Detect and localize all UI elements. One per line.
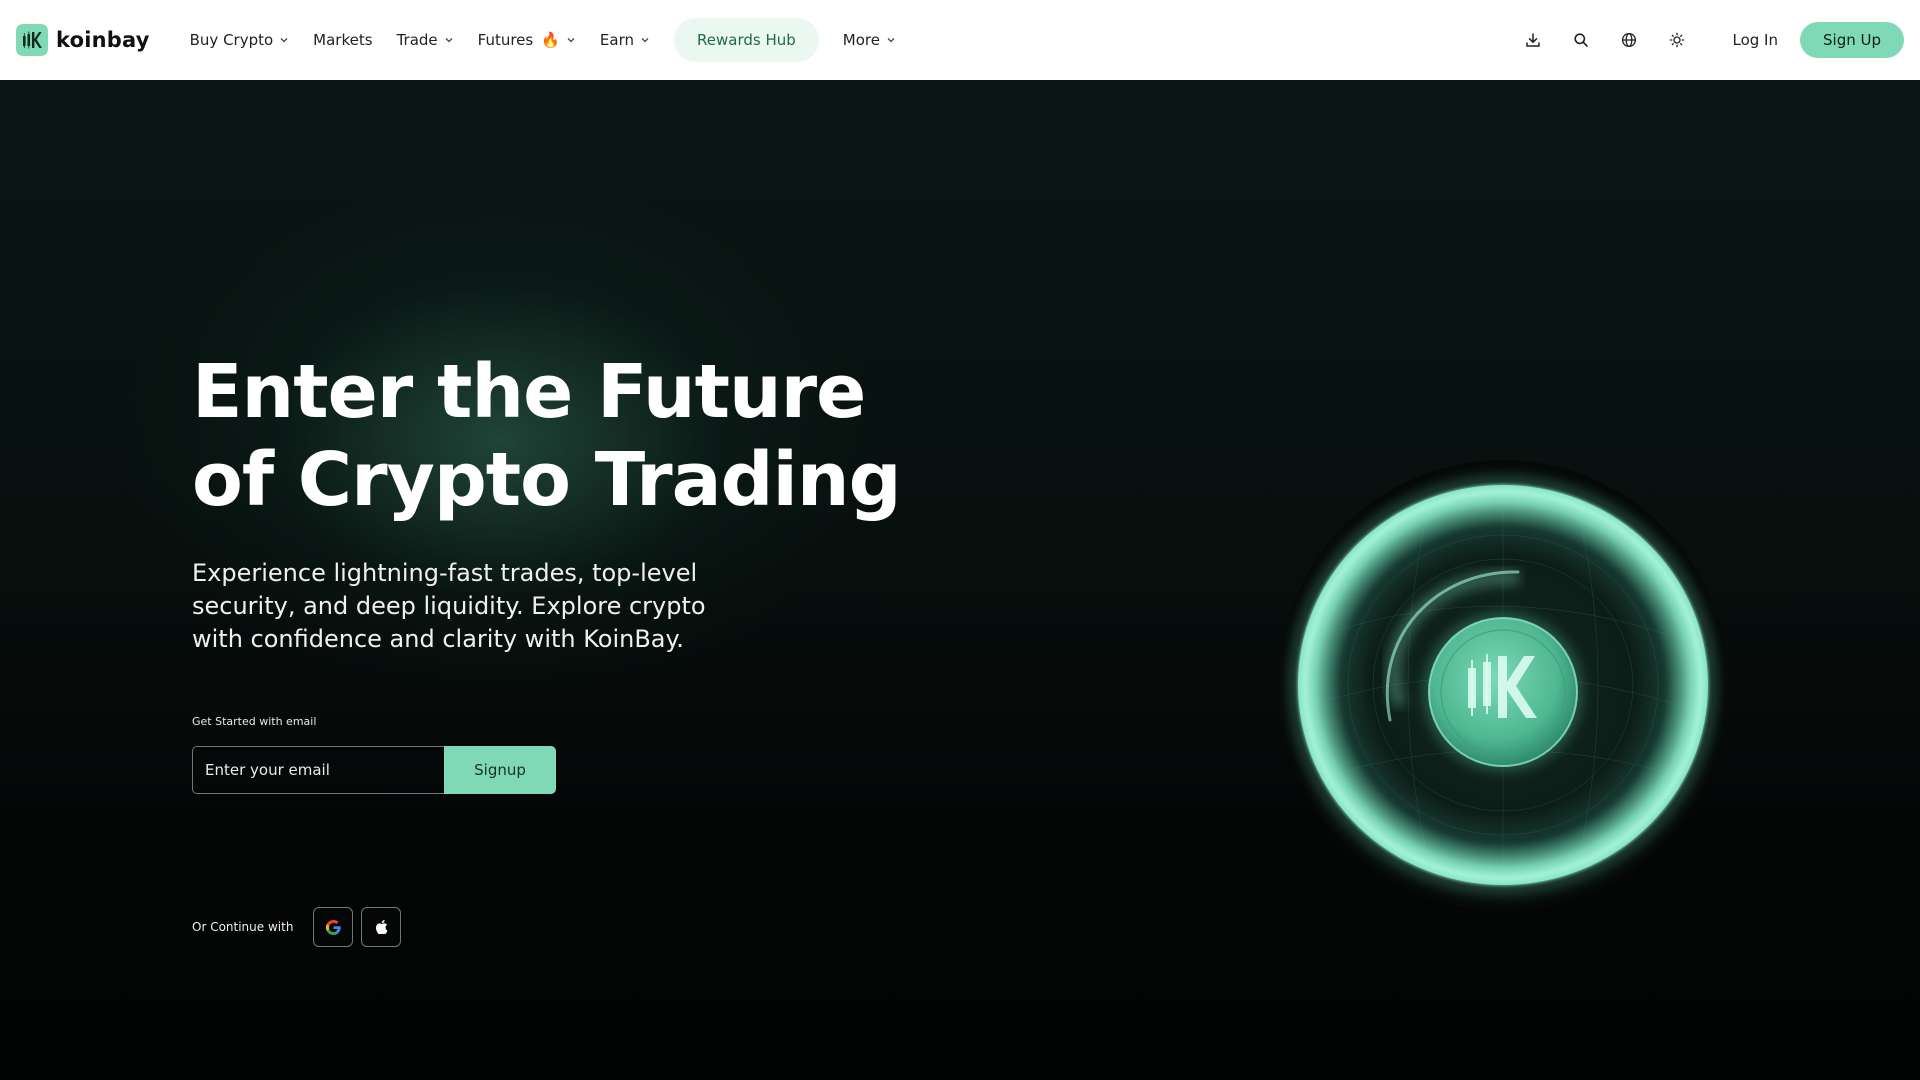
search-icon[interactable] xyxy=(1557,16,1605,64)
nav-more[interactable]: More xyxy=(831,16,908,64)
chevron-down-icon xyxy=(640,35,650,45)
email-input[interactable] xyxy=(192,746,444,794)
chevron-down-icon xyxy=(886,35,896,45)
nav-earn[interactable]: Earn xyxy=(588,16,662,64)
google-icon xyxy=(325,919,341,935)
brand-name: koinbay xyxy=(56,28,150,52)
login-button[interactable]: Log In xyxy=(1711,18,1801,62)
nav-actions: Log In Sign Up xyxy=(1509,16,1904,64)
chevron-down-icon xyxy=(566,35,576,45)
theme-sun-icon[interactable] xyxy=(1653,16,1701,64)
download-icon[interactable] xyxy=(1509,16,1557,64)
koinbay-logo-icon xyxy=(16,24,48,56)
hero-title: Enter the Future of Crypto Trading xyxy=(192,348,952,524)
nav-trade[interactable]: Trade xyxy=(385,16,466,64)
nav-futures-label: Futures xyxy=(477,31,534,49)
nav-more-label: More xyxy=(842,31,880,49)
email-signup-button[interactable]: Signup xyxy=(444,746,556,794)
email-signup-form: Signup xyxy=(192,746,556,794)
continue-with-label: Or Continue with xyxy=(192,920,294,934)
hero-title-line-2: of Crypto Trading xyxy=(192,437,902,523)
nav-markets[interactable]: Markets xyxy=(301,16,384,64)
rewards-hub-button[interactable]: Rewards Hub xyxy=(674,18,819,62)
chevron-down-icon xyxy=(444,35,454,45)
top-navbar: koinbay Buy Crypto Markets Trade Futures… xyxy=(0,0,1920,80)
koinbay-orb-illustration xyxy=(1278,460,1728,910)
hero-section: Enter the Future of Crypto Trading Exper… xyxy=(0,80,1920,1080)
google-login-button[interactable] xyxy=(313,907,354,947)
apple-icon xyxy=(375,920,388,934)
nav-buy-crypto-label: Buy Crypto xyxy=(189,31,274,49)
apple-login-button[interactable] xyxy=(361,907,402,947)
logo[interactable]: koinbay xyxy=(16,24,150,56)
nav-buy-crypto[interactable]: Buy Crypto xyxy=(178,16,302,64)
nav-earn-label: Earn xyxy=(599,31,635,49)
nav-trade-label: Trade xyxy=(396,31,438,49)
social-login-row: Or Continue with xyxy=(192,907,409,947)
globe-icon[interactable] xyxy=(1605,16,1653,64)
get-started-label: Get Started with email xyxy=(192,715,317,728)
fire-icon: 🔥 xyxy=(541,31,560,49)
signup-top-button[interactable]: Sign Up xyxy=(1800,22,1904,58)
hero-title-line-1: Enter the Future xyxy=(192,349,866,435)
chevron-down-icon xyxy=(279,35,289,45)
nav-futures[interactable]: Futures 🔥 xyxy=(466,16,588,64)
nav-markets-label: Markets xyxy=(313,31,373,49)
hero-subtitle: Experience lightning-fast trades, top-le… xyxy=(192,559,706,653)
rewards-hub-label: Rewards Hub xyxy=(697,31,796,49)
main-nav: Buy Crypto Markets Trade Futures 🔥 Earn xyxy=(178,0,908,80)
